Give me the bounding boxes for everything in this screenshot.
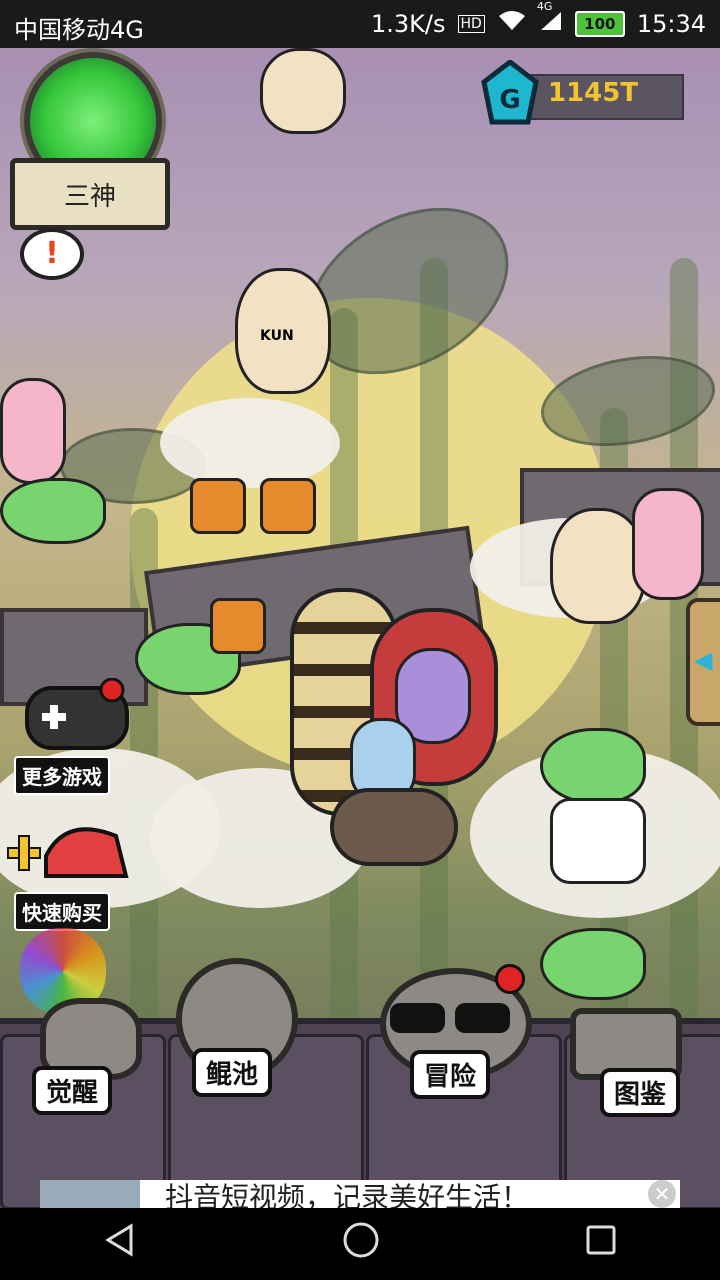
nav-adventure-button[interactable]: 冒险 [370, 958, 532, 1099]
doge-kun-character[interactable] [550, 508, 646, 624]
nav-awaken-button[interactable]: 觉醒 [30, 998, 150, 1115]
clay-pot [330, 788, 458, 866]
quick-buy-label: 快速购买 [14, 892, 110, 931]
pineapple [190, 478, 246, 534]
alien-girl-character[interactable] [632, 488, 704, 600]
quick-buy-icon [7, 827, 129, 878]
chevron-left-icon: ◀ [694, 646, 713, 674]
game-scene[interactable]: KUN 三神 ! G 1145T ◀ 更多游戏 快速购买 觉醒 鲲池 冒险 图鉴 [0, 48, 720, 1208]
home-icon[interactable] [342, 1221, 380, 1268]
nav-kun-pool-label: 鲲池 [192, 1048, 273, 1097]
currency-display[interactable]: G 1145T [480, 60, 684, 130]
green-fish [0, 478, 106, 544]
carrier-label: 中国移动4G [14, 16, 144, 44]
pink-suit [632, 488, 704, 600]
alien-girl-on-fish[interactable] [0, 378, 106, 558]
pineapple [210, 598, 266, 654]
muscle-fish-character[interactable] [540, 728, 650, 888]
clock: 15:34 [636, 10, 706, 38]
back-icon[interactable] [103, 1222, 137, 1266]
svg-text:G: G [499, 85, 520, 115]
ad-banner[interactable]: 抖音短视频，记录美好生活！ ✕ [40, 1180, 680, 1208]
network-speed: 1.3K/s [371, 10, 446, 38]
close-icon[interactable]: ✕ [648, 1180, 676, 1208]
pineapple-bee-character[interactable] [200, 568, 270, 654]
hd-icon: HD [457, 15, 485, 33]
gamepad-icon [25, 678, 129, 750]
cellular-signal-icon: 4G [537, 0, 563, 38]
pink-suit [0, 378, 66, 484]
kun-tag: KUN [260, 328, 294, 344]
nav-adventure-label: 冒险 [410, 1050, 491, 1099]
nav-awaken-label: 觉醒 [32, 1066, 113, 1115]
green-fish [540, 928, 646, 1000]
gem-icon: G [481, 60, 539, 125]
right-drawer-tab[interactable]: ◀ [686, 598, 720, 726]
nav-collection-label: 图鉴 [600, 1068, 681, 1117]
doge-kun-character[interactable]: KUN [215, 268, 335, 398]
nav-collection-button[interactable]: 图鉴 [570, 998, 690, 1117]
pineapple-bee-characters[interactable] [190, 448, 320, 538]
system-navigation-bar [0, 1208, 720, 1280]
green-fish [540, 728, 646, 804]
pineapple [260, 478, 316, 534]
wifi-icon [497, 10, 527, 38]
green-fish-character[interactable] [540, 928, 646, 1000]
currency-value: 1145T [548, 78, 639, 108]
ad-text: 抖音短视频，记录美好生活！ [165, 1181, 530, 1208]
more-games-label: 更多游戏 [14, 756, 110, 795]
sunglasses-icon [390, 1003, 510, 1033]
quick-buy-button[interactable]: 快速购买 [7, 816, 144, 931]
doge-kun-character[interactable] [255, 48, 346, 138]
recents-icon[interactable] [585, 1224, 617, 1265]
chat-bubble-icon[interactable]: ! [20, 228, 84, 280]
status-icons: 1.3K/s HD 4G 100 15:34 [371, 0, 706, 38]
mode-label[interactable]: 三神 [10, 158, 170, 230]
status-bar: 中国移动4G 1.3K/s HD 4G 100 15:34 [0, 0, 720, 48]
battery-icon: 100 [574, 11, 625, 37]
muscle-body [550, 798, 646, 884]
nav-kun-pool-button[interactable]: 鲲池 [170, 958, 300, 1098]
notification-dot [495, 964, 525, 994]
ad-thumbnail [40, 1180, 140, 1208]
doge-body [260, 48, 346, 134]
main-kun-character[interactable] [270, 568, 500, 868]
more-games-button[interactable]: 更多游戏 [14, 678, 134, 795]
